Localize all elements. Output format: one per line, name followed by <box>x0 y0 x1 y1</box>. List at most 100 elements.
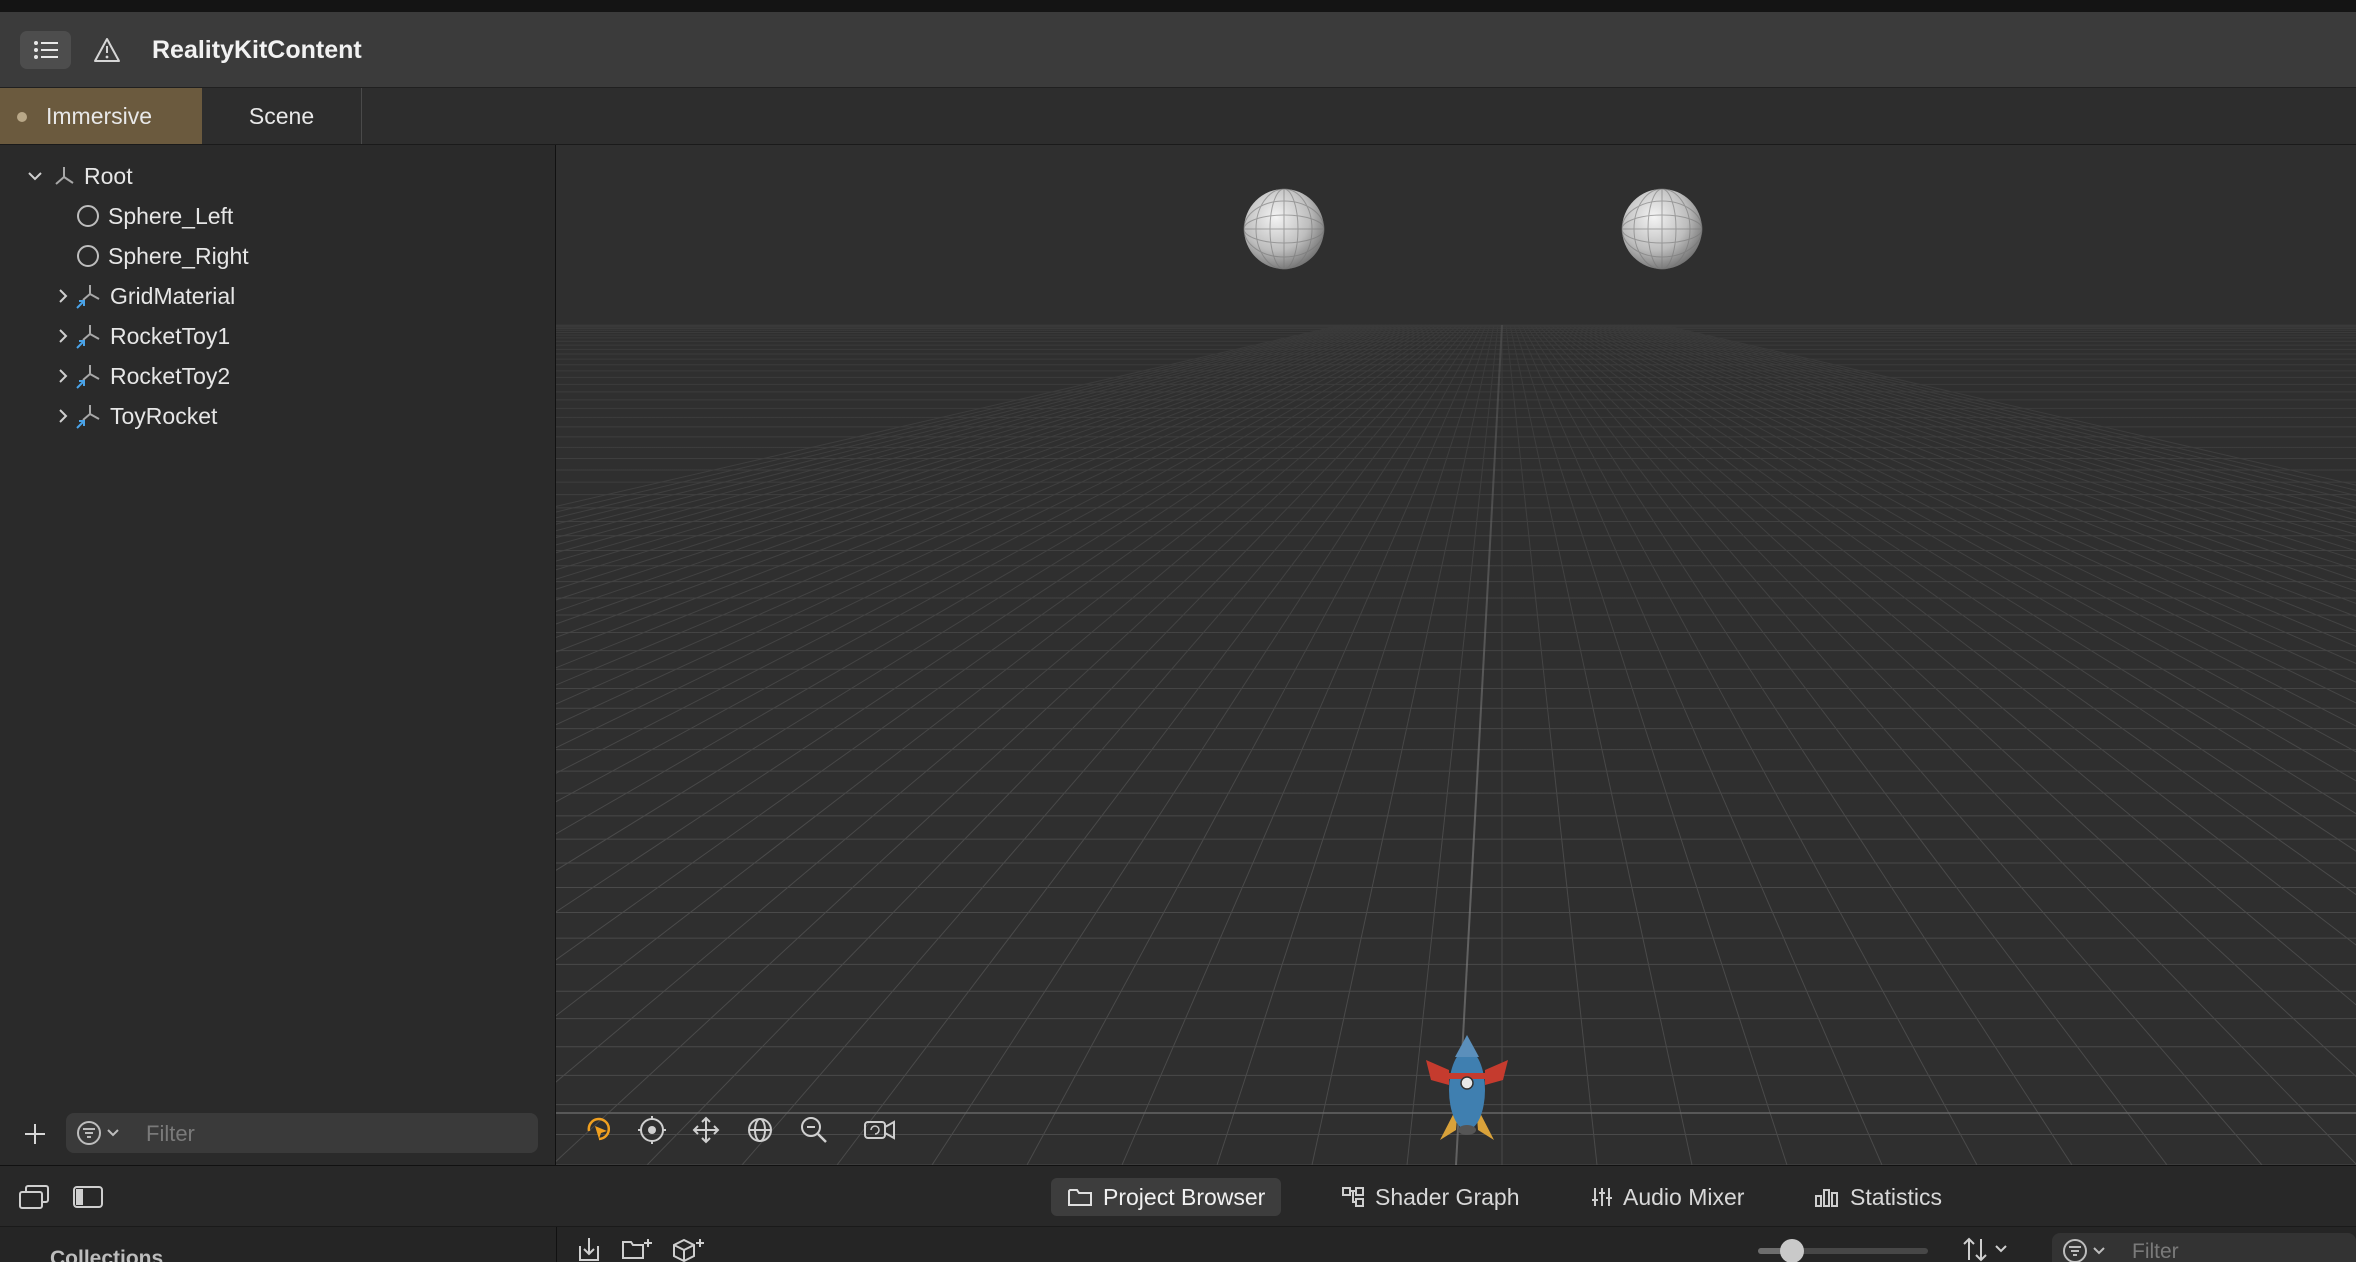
chevron-down-icon <box>107 1129 119 1137</box>
orbit-button[interactable] <box>634 1112 670 1148</box>
chevron-right-icon[interactable] <box>52 405 74 427</box>
tab-audio-mixer[interactable]: Audio Mixer <box>1575 1178 1760 1216</box>
unsaved-dot-icon <box>17 112 27 122</box>
add-object-icon <box>673 1238 704 1262</box>
add-entity-button[interactable] <box>20 1119 50 1149</box>
tree-item-rockettoy1[interactable]: RocketToy1 <box>52 317 230 355</box>
import-button[interactable] <box>572 1235 606 1262</box>
ground-grid <box>556 145 2356 1165</box>
new-folder-button[interactable] <box>620 1235 654 1262</box>
sidebar-icon <box>73 1186 103 1208</box>
chevron-right-icon[interactable] <box>52 325 74 347</box>
add-object-button[interactable] <box>672 1235 706 1262</box>
dolly-button[interactable] <box>742 1112 778 1148</box>
hierarchy-footer <box>0 1105 556 1165</box>
camera-button[interactable] <box>862 1112 898 1148</box>
tree-item-sphere-right[interactable]: Sphere_Right <box>76 237 249 275</box>
tree-item-label: ToyRocket <box>110 402 218 429</box>
filter-options-button[interactable] <box>76 1119 132 1147</box>
select-tool-button[interactable] <box>580 1112 616 1148</box>
usd-reference-icon <box>76 405 100 429</box>
issues-button[interactable] <box>89 34 125 66</box>
dolly-icon <box>748 1118 772 1142</box>
chevron-right-icon[interactable] <box>52 365 74 387</box>
sphere-left-model[interactable] <box>1243 188 1325 270</box>
hierarchy-filter-input[interactable] <box>144 1117 528 1151</box>
tab-scene[interactable]: Scene <box>202 88 362 144</box>
usd-reference-icon <box>76 365 100 389</box>
thumbnail-size-slider[interactable] <box>1758 1239 1928 1262</box>
select-tool-icon <box>587 1117 611 1141</box>
scene-hierarchy-panel: Root Sphere_Left Sphere_Right GridMateri… <box>0 145 556 1165</box>
tree-item-label: RocketToy2 <box>110 362 231 389</box>
new-folder-icon <box>622 1239 652 1259</box>
toy-rocket-model[interactable] <box>1426 1035 1508 1140</box>
toggle-inspector-button[interactable] <box>16 1182 52 1212</box>
tab-label: Immersive <box>46 102 153 129</box>
usd-reference-icon <box>76 325 100 349</box>
tree-item-label: Sphere_Right <box>108 242 249 269</box>
pan-button[interactable] <box>688 1112 724 1148</box>
sphere-icon <box>77 245 99 267</box>
project-filter <box>2052 1233 2356 1262</box>
transform-axes-icon <box>55 167 74 185</box>
tree-item-label: Sphere_Left <box>108 202 234 229</box>
toggle-sidebar-button[interactable] <box>70 1182 106 1212</box>
folder-icon <box>1068 1189 1092 1206</box>
tab-label: Audio Mixer <box>1623 1183 1745 1210</box>
window-top-edge <box>0 0 2356 12</box>
bottom-tab-bar: Project Browser Shader Graph Audio Mixer… <box>0 1165 2356 1227</box>
tree-item-gridmaterial[interactable]: GridMaterial <box>52 277 235 315</box>
camera-icon <box>864 1120 895 1140</box>
tree-item-label: Root <box>84 162 133 189</box>
filter-options-button[interactable] <box>2062 1237 2118 1262</box>
chevron-down-icon[interactable] <box>24 165 46 187</box>
tab-label: Statistics <box>1850 1183 1943 1210</box>
project-filter-input[interactable] <box>2130 1235 2354 1262</box>
tree-item-sphere-left[interactable]: Sphere_Left <box>76 197 233 235</box>
windows-icon <box>19 1185 49 1209</box>
hierarchy-filter <box>66 1113 538 1153</box>
tab-label: Shader Graph <box>1375 1183 1520 1210</box>
tree-item-toyrocket[interactable]: ToyRocket <box>52 397 217 435</box>
filter-circle-icon <box>77 1121 101 1145</box>
sort-arrows-icon <box>1963 1237 1987 1262</box>
warning-triangle-icon <box>94 38 120 62</box>
zoom-icon <box>801 1117 827 1143</box>
slider-knob[interactable] <box>1780 1239 1804 1262</box>
sphere-right-model[interactable] <box>1621 188 1703 270</box>
navigator-toggle-button[interactable] <box>20 31 71 69</box>
toolbar: RealityKitContent <box>0 12 2356 88</box>
pan-icon <box>692 1116 720 1144</box>
filter-circle-icon <box>2063 1239 2087 1262</box>
tab-label: Project Browser <box>1103 1183 1266 1210</box>
tab-shader-graph[interactable]: Shader Graph <box>1325 1178 1535 1216</box>
viewport-controls <box>580 1110 916 1150</box>
usd-reference-icon <box>76 285 100 309</box>
tab-label: Scene <box>248 102 315 129</box>
document-tab-bar: Immersive Scene <box>0 88 2356 145</box>
tree-item-label: RocketToy1 <box>110 322 231 349</box>
list-icon <box>33 41 58 59</box>
plus-icon <box>25 1124 45 1144</box>
tree-item-root[interactable]: Root <box>24 157 133 195</box>
project-browser-panel: Collections <box>0 1227 2356 1262</box>
sort-button[interactable] <box>1960 1235 2018 1262</box>
sphere-icon <box>77 205 99 227</box>
bar-chart-icon <box>1815 1189 1838 1207</box>
tab-statistics[interactable]: Statistics <box>1798 1178 1958 1216</box>
chevron-right-icon[interactable] <box>52 285 74 307</box>
chevron-down-icon <box>1995 1245 2007 1253</box>
tab-immersive[interactable]: Immersive <box>0 88 202 144</box>
orbit-icon <box>638 1116 666 1144</box>
tree-item-rockettoy2[interactable]: RocketToy2 <box>52 357 230 395</box>
collections-heading: Collections <box>50 1247 164 1262</box>
sliders-icon <box>1592 1188 1612 1206</box>
tab-project-browser[interactable]: Project Browser <box>1051 1178 1282 1216</box>
chevron-down-icon <box>2093 1247 2105 1255</box>
project-title: RealityKitContent <box>152 36 362 64</box>
scene-viewport[interactable] <box>556 145 2356 1165</box>
zoom-button[interactable] <box>796 1112 832 1148</box>
import-icon <box>579 1238 599 1261</box>
tree-item-label: GridMaterial <box>110 282 236 309</box>
